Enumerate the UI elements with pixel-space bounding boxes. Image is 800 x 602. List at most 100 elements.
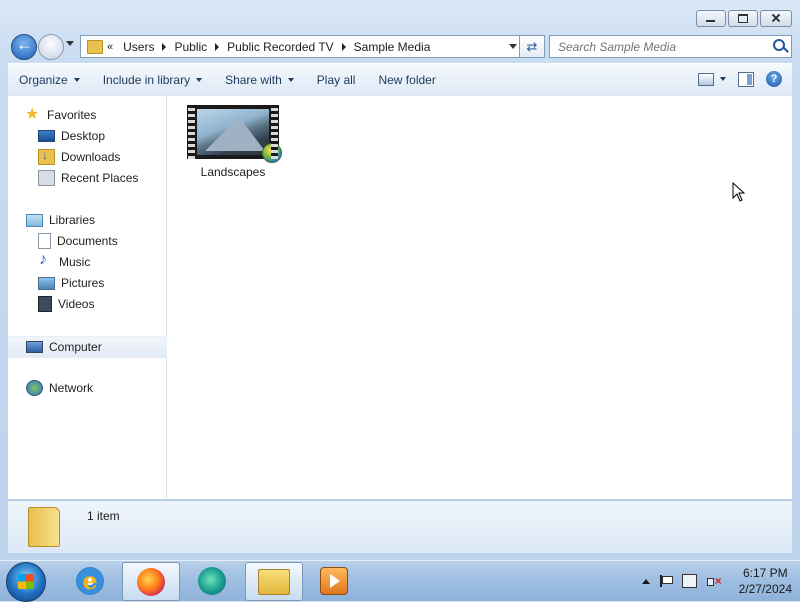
breadcrumb-public-recorded-tv[interactable]: Public Recorded TV — [223, 40, 338, 54]
chevron-down-icon — [287, 78, 294, 82]
navigation-bar: « Users Public Public Recorded TV Sample… — [8, 32, 792, 60]
search-input[interactable] — [556, 36, 770, 57]
breadcrumb: Users Public Public Recorded TV Sample M… — [119, 40, 434, 54]
taskbar-windows-media-player[interactable] — [306, 562, 362, 599]
sidebar-item-label: Documents — [57, 234, 118, 248]
sidebar-item-libraries[interactable]: Libraries — [8, 210, 95, 230]
taskbar-file-explorer[interactable] — [245, 562, 303, 601]
libraries-icon — [26, 213, 43, 227]
mountain-landscape-image — [197, 109, 269, 155]
help-icon[interactable]: ? — [766, 71, 782, 87]
video-thumbnail-icon — [187, 105, 282, 163]
caption-buttons — [696, 10, 792, 27]
back-button[interactable] — [11, 34, 37, 60]
details-pane: 1 item — [8, 500, 792, 553]
breadcrumb-separator-icon[interactable] — [341, 42, 346, 51]
chevron-down-icon — [73, 78, 80, 82]
preview-pane-icon[interactable] — [738, 71, 754, 87]
sidebar-item-pictures[interactable]: Pictures — [8, 273, 104, 293]
sidebar-item-label: Pictures — [61, 276, 105, 290]
refresh-icon: ⇄ — [526, 38, 538, 54]
start-button[interactable] — [6, 562, 46, 602]
command-bar: Organize Include in library Share with P… — [8, 63, 792, 97]
sidebar-item-label: Recent Places — [61, 171, 139, 185]
folder-icon — [28, 507, 60, 547]
volume-muted-icon[interactable] — [706, 574, 722, 588]
media-player-badge-icon — [262, 143, 282, 163]
breadcrumb-public[interactable]: Public — [170, 40, 211, 54]
videos-icon — [38, 296, 52, 312]
include-in-library-menu[interactable]: Include in library — [92, 73, 214, 87]
item-count: 1 item — [87, 509, 120, 523]
clock-date: 2/27/2024 — [738, 582, 792, 596]
explorer-window: « Users Public Public Recorded TV Sample… — [0, 0, 800, 560]
maximize-button[interactable] — [728, 10, 758, 27]
folder-icon — [87, 39, 103, 54]
tray-icons — [641, 574, 722, 588]
sidebar-item-network[interactable]: Network — [8, 378, 93, 398]
sidebar-item-label: Libraries — [49, 213, 96, 227]
taskbar-internet-explorer[interactable]: e — [62, 562, 118, 599]
sidebar-item-label: Videos — [58, 297, 95, 311]
sidebar-item-label: Desktop — [61, 129, 106, 143]
address-dropdown-icon[interactable] — [509, 44, 517, 49]
sidebar-item-label: Favorites — [47, 108, 97, 122]
organize-menu[interactable]: Organize — [8, 73, 92, 87]
edge-icon — [198, 566, 226, 595]
address-bar[interactable]: « Users Public Public Recorded TV Sample… — [80, 35, 524, 58]
show-hidden-icons-icon[interactable] — [641, 578, 650, 584]
search-box[interactable] — [549, 35, 792, 58]
sidebar-item-recent-places[interactable]: Recent Places — [8, 168, 138, 188]
file-item-landscapes[interactable]: Landscapes — [183, 105, 283, 179]
file-list[interactable]: Landscapes — [167, 96, 792, 499]
desktop-icon — [38, 130, 55, 142]
clock[interactable]: 6:17 PM 2/27/2024 — [739, 565, 792, 597]
include-in-library-label: Include in library — [102, 73, 191, 87]
view-options-dropdown-icon[interactable] — [720, 77, 726, 81]
close-button[interactable] — [760, 10, 792, 27]
network-icon — [26, 380, 43, 396]
network-status-icon[interactable] — [681, 574, 697, 588]
organize-label: Organize — [19, 73, 68, 87]
chevron-down-icon — [196, 78, 203, 82]
share-with-label: Share with — [225, 73, 282, 87]
recent-places-icon — [38, 170, 55, 186]
file-item-label: Landscapes — [200, 165, 266, 179]
sidebar-item-downloads[interactable]: Downloads — [8, 147, 120, 167]
system-tray: 6:17 PM 2/27/2024 — [641, 565, 792, 597]
new-folder-label: New folder — [378, 73, 436, 87]
taskbar-edge[interactable] — [184, 562, 240, 599]
sidebar-item-videos[interactable]: Videos — [8, 294, 94, 314]
refresh-button[interactable]: ⇄ — [519, 35, 545, 58]
taskbar-firefox[interactable] — [122, 562, 180, 601]
change-view-icon[interactable] — [698, 72, 714, 86]
sidebar-item-documents[interactable]: Documents — [8, 231, 118, 251]
breadcrumb-separator-icon[interactable] — [162, 42, 167, 51]
navigation-pane: Favorites Desktop Downloads Recent Place… — [8, 96, 182, 499]
breadcrumb-separator-icon[interactable] — [215, 42, 220, 51]
recent-pages-dropdown[interactable] — [66, 41, 74, 46]
sidebar-item-computer[interactable]: Computer — [8, 336, 182, 358]
minimize-button[interactable] — [696, 10, 726, 27]
breadcrumb-users[interactable]: Users — [119, 40, 158, 54]
documents-icon — [38, 233, 51, 249]
action-center-flag-icon[interactable] — [659, 575, 673, 587]
firefox-icon — [137, 567, 165, 596]
breadcrumb-sample-media[interactable]: Sample Media — [350, 40, 435, 54]
music-icon — [38, 251, 53, 269]
sidebar-item-favorites[interactable]: Favorites — [8, 104, 97, 125]
breadcrumb-overflow[interactable]: « — [107, 41, 113, 53]
sidebar-item-desktop[interactable]: Desktop — [8, 126, 105, 146]
sidebar-item-music[interactable]: Music — [8, 251, 90, 272]
star-icon — [25, 104, 41, 124]
play-all-button[interactable]: Play all — [306, 73, 368, 87]
mountain-peak — [205, 117, 265, 151]
forward-button[interactable] — [38, 34, 64, 60]
search-icon[interactable] — [773, 39, 785, 51]
computer-icon — [26, 341, 43, 353]
share-with-menu[interactable]: Share with — [214, 73, 306, 87]
taskbar: e 6:17 PM 2/27/2024 — [0, 560, 800, 602]
new-folder-button[interactable]: New folder — [367, 73, 447, 87]
pictures-icon — [38, 276, 55, 290]
sidebar-item-label: Computer — [49, 340, 102, 354]
